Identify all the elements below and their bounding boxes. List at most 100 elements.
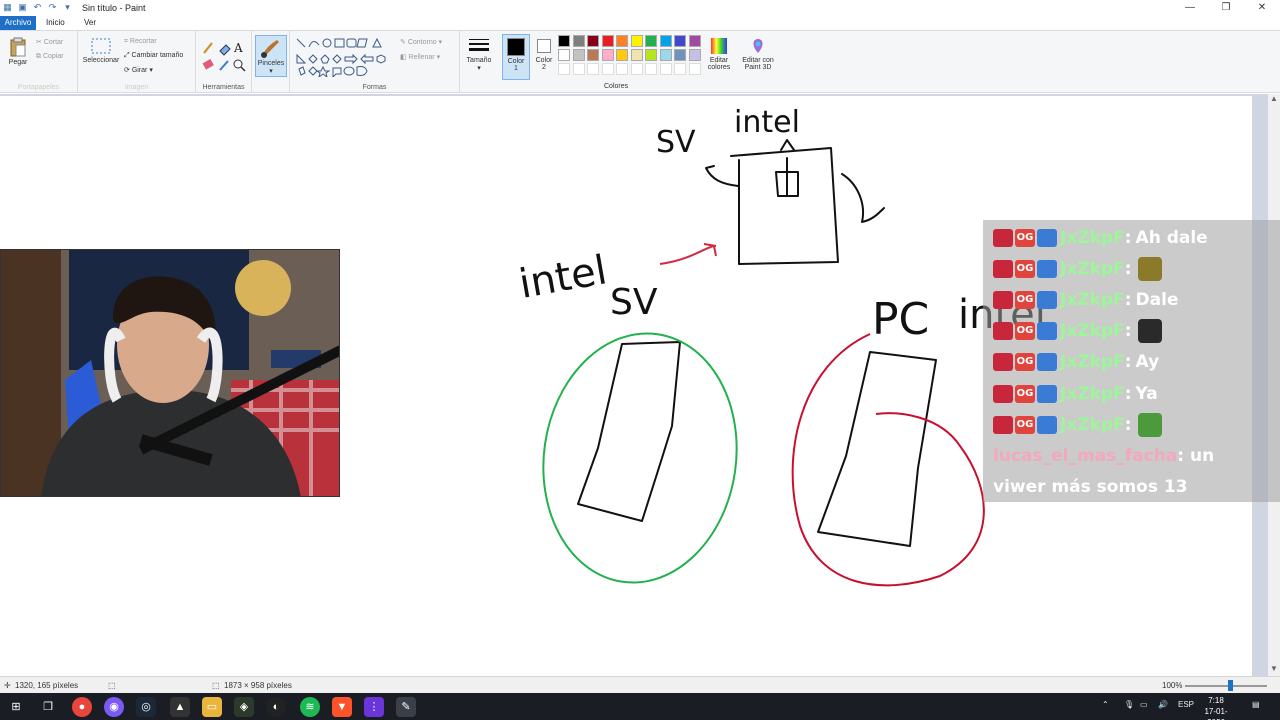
language-indicator[interactable]: ESP bbox=[1178, 700, 1194, 709]
resize-button[interactable]: ⤢ Cambiar tamaño bbox=[124, 52, 183, 60]
spotify-icon[interactable]: ≋ bbox=[300, 697, 320, 717]
volume-icon[interactable]: 🔊 bbox=[1158, 700, 1168, 709]
color1-button[interactable]: Color 1 bbox=[502, 34, 530, 80]
sub-badge-icon bbox=[1037, 228, 1057, 247]
palette-color-swatch[interactable] bbox=[601, 35, 614, 47]
close-button[interactable]: ✕ bbox=[1244, 0, 1280, 16]
palette-color-swatch[interactable] bbox=[572, 49, 585, 61]
scroll-up-icon[interactable]: ▲ bbox=[1268, 94, 1280, 106]
color1-swatch bbox=[507, 38, 525, 56]
palette-color-swatch[interactable] bbox=[558, 35, 570, 47]
palette-color-swatch[interactable] bbox=[674, 49, 686, 61]
palette-custom-swatch[interactable] bbox=[601, 63, 614, 75]
scroll-down-icon[interactable]: ▼ bbox=[1268, 664, 1280, 676]
chrome-icon[interactable]: ● bbox=[72, 697, 92, 717]
notifications-icon[interactable]: ▤ bbox=[1252, 700, 1260, 709]
palette-color-swatch[interactable] bbox=[587, 49, 599, 61]
mic-icon[interactable]: 🎙 bbox=[1124, 700, 1134, 709]
text-icon[interactable]: A bbox=[233, 41, 243, 55]
obs-icon[interactable]: ◐ bbox=[266, 697, 286, 717]
palette-color-swatch[interactable] bbox=[587, 35, 599, 47]
palette-color-swatch[interactable] bbox=[674, 35, 686, 47]
clock-date: 17-01-2026 bbox=[1204, 707, 1228, 720]
network-icon[interactable]: ▭ bbox=[1140, 700, 1148, 709]
palette-custom-swatch[interactable] bbox=[688, 63, 701, 75]
paint-taskbar-icon[interactable]: ✎ bbox=[396, 697, 416, 717]
palette-color-swatch[interactable] bbox=[601, 49, 614, 61]
clipboard-group: Pegar ✂ Cortar ⧉ Copiar Portapapeles bbox=[0, 31, 78, 93]
svg-text:A: A bbox=[233, 41, 243, 55]
outline-button[interactable]: ✎ Contorno ▾ bbox=[400, 38, 442, 46]
tab-inicio[interactable]: Inicio bbox=[40, 16, 71, 30]
palette-color-swatch[interactable] bbox=[630, 49, 643, 61]
windows-start-icon[interactable]: ⊞ bbox=[6, 697, 26, 717]
fill-icon[interactable] bbox=[219, 44, 231, 56]
select-label: Seleccionar bbox=[82, 57, 120, 64]
paste-button[interactable]: Pegar bbox=[4, 37, 32, 66]
palette-custom-swatch[interactable] bbox=[659, 63, 672, 75]
clock[interactable]: 7:18 17-01-2026 bbox=[1198, 695, 1234, 720]
title-bar: ▦ ▣ ↶ ↷ ▾ Sin título - Paint — ❐ ✕ bbox=[0, 0, 1280, 16]
palette-color-swatch[interactable] bbox=[616, 49, 628, 61]
palette-custom-swatch[interactable] bbox=[572, 63, 585, 75]
select-button[interactable]: Seleccionar bbox=[80, 37, 122, 64]
tray-up-icon[interactable]: ⌃ bbox=[1102, 700, 1109, 709]
redo-icon[interactable]: ↷ bbox=[47, 2, 58, 13]
pencil-icon[interactable] bbox=[203, 42, 213, 54]
epic-icon[interactable]: ▲ bbox=[170, 697, 190, 717]
chat-text: un bbox=[1190, 445, 1215, 466]
fill-button[interactable]: ◧ Rellenar ▾ bbox=[400, 53, 440, 61]
palette-custom-swatch[interactable] bbox=[645, 63, 657, 75]
shapes-gallery[interactable] bbox=[295, 37, 393, 77]
apps-icon[interactable]: ⋮ bbox=[364, 697, 384, 717]
palette-custom-swatch[interactable] bbox=[558, 63, 570, 75]
cut-button[interactable]: ✂ Cortar bbox=[36, 38, 63, 46]
palette-color-swatch[interactable] bbox=[688, 35, 701, 47]
size-button[interactable]: Tamaño ▾ bbox=[462, 37, 496, 72]
edit-colors-button[interactable]: Editar colores bbox=[704, 37, 734, 71]
minimize-button[interactable]: — bbox=[1172, 0, 1208, 16]
color2-button[interactable]: Color 2 bbox=[532, 34, 556, 71]
dark-emote bbox=[1137, 319, 1162, 344]
palette-color-swatch[interactable] bbox=[659, 49, 672, 61]
brave-icon[interactable]: ▼ bbox=[332, 697, 352, 717]
save-icon[interactable]: ▣ bbox=[17, 2, 28, 13]
palette-color-swatch[interactable] bbox=[558, 49, 570, 61]
discord-icon[interactable]: ◉ bbox=[104, 697, 124, 717]
file-explorer-icon[interactable]: ▭ bbox=[202, 697, 222, 717]
undo-icon[interactable]: ↶ bbox=[32, 2, 43, 13]
nvidia-icon[interactable]: ◈ bbox=[234, 697, 254, 717]
palette-custom-swatch[interactable] bbox=[587, 63, 599, 75]
rotate-button[interactable]: ⟳ Girar ▾ bbox=[124, 66, 153, 74]
palette-color-swatch[interactable] bbox=[659, 35, 672, 47]
eraser-icon[interactable] bbox=[202, 59, 214, 70]
paint3d-button[interactable]: Editar con Paint 3D bbox=[738, 37, 778, 71]
palette-custom-swatch[interactable] bbox=[674, 63, 686, 75]
color-picker-icon[interactable] bbox=[219, 60, 229, 71]
palette-color-swatch[interactable] bbox=[572, 35, 585, 47]
webcam-image bbox=[1, 250, 339, 496]
tab-archivo[interactable]: Archivo bbox=[0, 16, 36, 30]
palette-custom-swatch[interactable] bbox=[616, 63, 628, 75]
steam-icon[interactable]: ◎ bbox=[136, 697, 156, 717]
og-badge-icon: OG bbox=[1015, 228, 1035, 247]
crop-button[interactable]: ⌗ Recortar bbox=[124, 38, 157, 46]
palette-color-swatch[interactable] bbox=[616, 35, 628, 47]
chat-username: JxZkpF bbox=[1060, 414, 1125, 435]
tab-ver[interactable]: Ver bbox=[78, 16, 102, 30]
palette-color-swatch[interactable] bbox=[645, 35, 657, 47]
restore-button[interactable]: ❐ bbox=[1208, 0, 1244, 16]
zoom-slider-thumb[interactable] bbox=[1228, 680, 1233, 691]
customize-qat-icon[interactable]: ▾ bbox=[62, 2, 73, 13]
palette-custom-swatch[interactable] bbox=[630, 63, 643, 75]
zoom-slider[interactable] bbox=[1185, 685, 1267, 687]
palette-color-swatch[interactable] bbox=[645, 49, 657, 61]
copy-button[interactable]: ⧉ Copiar bbox=[36, 53, 64, 61]
palette-color-swatch[interactable] bbox=[630, 35, 643, 47]
palette-color-swatch[interactable] bbox=[688, 49, 701, 61]
magnifier-icon[interactable] bbox=[233, 59, 246, 72]
chat-message-continuation: viwer más somos 13 bbox=[993, 472, 1188, 503]
task-view-icon[interactable]: ❐ bbox=[38, 697, 58, 717]
brushes-button[interactable]: Pinceles ▾ bbox=[255, 35, 287, 77]
chat-separator: : bbox=[1124, 383, 1132, 404]
